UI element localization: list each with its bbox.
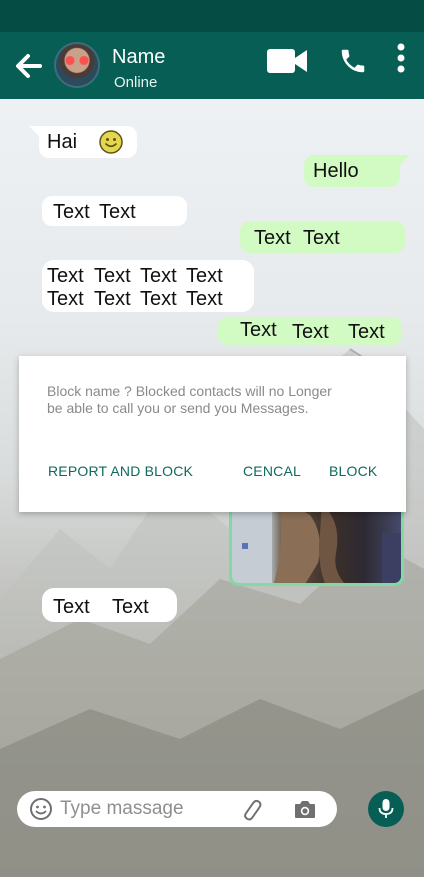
bubble-tail [398, 155, 410, 167]
message-text: Text [140, 288, 177, 310]
avatar[interactable] [54, 42, 100, 88]
message-text: Text [94, 288, 131, 310]
back-arrow-icon[interactable] [12, 50, 44, 82]
dialog-message: Block name ? Blocked contacts will no Lo… [47, 383, 332, 416]
paperclip-icon[interactable] [239, 797, 265, 823]
chat-header: Name Online [0, 32, 424, 99]
message-text: Text [112, 596, 149, 618]
message-text: Text [240, 319, 277, 341]
message-input[interactable]: Type massage [17, 791, 337, 827]
emoji-icon[interactable] [29, 797, 53, 821]
message-text: Text [47, 265, 84, 287]
phone-icon[interactable] [338, 46, 368, 76]
camera-icon[interactable] [293, 798, 317, 820]
message-incoming[interactable]: Hai [29, 126, 137, 158]
block-button[interactable]: BLOCK [329, 463, 377, 479]
bubble-tail [29, 126, 41, 138]
message-text: Text [254, 227, 291, 249]
message-outgoing[interactable]: Hello [304, 155, 410, 187]
message-incoming[interactable]: Text Text [42, 196, 187, 226]
status-bar [0, 0, 424, 32]
message-text: Text [53, 596, 90, 618]
contact-status: Online [114, 74, 158, 91]
more-vert-icon[interactable] [394, 42, 408, 74]
message-text: Text [99, 201, 136, 223]
video-call-icon[interactable] [265, 46, 309, 76]
message-text: Text [47, 288, 84, 310]
message-text: Text [53, 201, 90, 223]
report-and-block-button[interactable]: REPORT AND BLOCK [48, 463, 193, 479]
message-text: Text [140, 265, 177, 287]
message-text: Text [186, 265, 223, 287]
microphone-icon [378, 799, 394, 818]
message-incoming[interactable]: Text Text [42, 588, 177, 622]
message-text: Hello [313, 160, 359, 182]
message-text: Text [94, 265, 131, 287]
message-text: Text [186, 288, 223, 310]
message-outgoing[interactable]: Text Text Text [218, 317, 402, 345]
block-contact-dialog: Block name ? Blocked contacts will no Lo… [19, 356, 406, 512]
microphone-button[interactable] [368, 791, 404, 827]
message-incoming[interactable]: Text Text Text Text Text Text Text Text [42, 260, 254, 312]
contact-name[interactable]: Name [112, 46, 165, 69]
cancel-button[interactable]: CENCAL [243, 463, 301, 479]
message-outgoing[interactable]: Text Text [240, 221, 405, 253]
message-text: Text [348, 321, 385, 343]
message-input-placeholder: Type massage [60, 798, 184, 819]
message-text: Hai [47, 131, 78, 153]
message-text: Text [292, 321, 329, 343]
message-text: Text [303, 227, 340, 249]
smiley-icon [99, 130, 123, 154]
